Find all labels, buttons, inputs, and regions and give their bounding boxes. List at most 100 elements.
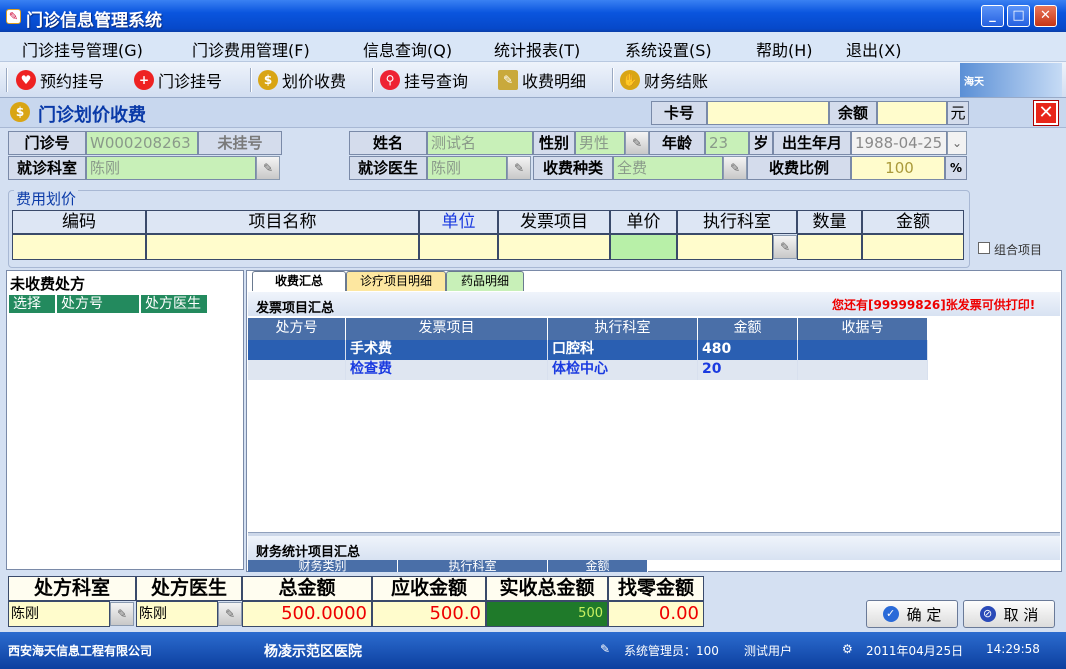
pricing-button[interactable]: $ 划价收费 (258, 68, 346, 92)
current-user: 测试用户 (744, 644, 793, 658)
menu-settings[interactable]: 系统设置(S) (625, 37, 712, 61)
card-input[interactable] (707, 101, 829, 125)
birth-date-field[interactable]: 1988-04-25 (851, 131, 947, 155)
appointment-button[interactable]: ♥ 预约挂号 (16, 68, 104, 92)
maximize-button[interactable]: □ (1007, 5, 1030, 27)
code-input[interactable] (12, 234, 146, 260)
heart-icon: ♥ (16, 70, 36, 90)
fee-type-field[interactable]: 全费 (613, 156, 723, 180)
rx-dept-label: 处方科室 (8, 576, 136, 601)
rx-doctor-field[interactable]: 陈刚 (136, 601, 218, 627)
table-cell[interactable]: 检查费 (346, 360, 548, 380)
table-row[interactable] (248, 360, 346, 380)
admin-info: 系统管理员：100 (624, 644, 719, 658)
toolbar-separator (612, 68, 614, 92)
chevron-down-icon[interactable]: ⌄ (947, 131, 967, 155)
check-icon: ✓ (882, 606, 899, 622)
card-label: 卡号 (651, 101, 707, 125)
dept-field[interactable]: 陈刚 (86, 156, 256, 180)
col-rx-no: 处方号 (56, 294, 140, 314)
table-row[interactable] (248, 340, 346, 360)
table-cell[interactable]: 体检中心 (548, 360, 698, 380)
menu-fees[interactable]: 门诊费用管理(F) (192, 37, 310, 61)
item-name-input[interactable] (146, 234, 419, 260)
age-label: 年龄 (649, 131, 705, 155)
quantity-input[interactable] (797, 234, 862, 260)
table-cell[interactable]: 口腔科 (548, 340, 698, 360)
magnifier-icon: ⚲ (380, 70, 400, 90)
rx-dept-field[interactable]: 陈刚 (8, 601, 110, 627)
menu-reports[interactable]: 统计报表(T) (494, 37, 580, 61)
amount-input[interactable] (862, 234, 964, 260)
table-cell[interactable]: 20 (698, 360, 798, 380)
rx-doctor-picker-icon[interactable]: ✎ (218, 602, 242, 626)
ratio-label: 收费比例 (747, 156, 851, 180)
title-bar: ✎ 门诊信息管理系统 _ □ ✕ (0, 0, 1066, 32)
gender-picker-icon[interactable]: ✎ (625, 131, 649, 155)
exec-dept-picker-icon[interactable]: ✎ (773, 235, 797, 259)
col-exec-dept: 执行科室 (398, 560, 548, 572)
minimize-button[interactable]: _ (981, 5, 1004, 27)
name-field[interactable]: 测试名 (427, 131, 533, 155)
hospital-name: 杨凌示范区医院 (264, 644, 362, 660)
close-form-icon[interactable]: ✕ (1033, 100, 1059, 126)
fee-type-picker-icon[interactable]: ✎ (723, 156, 747, 180)
tab-drug-details[interactable]: 药品明细 (446, 271, 524, 291)
change-amount: 0.00 (608, 601, 704, 627)
col-finance-category: 财务类别 (248, 560, 398, 572)
combo-checkbox[interactable] (978, 242, 990, 254)
ratio-field[interactable]: 100 (851, 156, 945, 180)
register-button[interactable]: + 门诊挂号 (134, 68, 222, 92)
doctor-picker-icon[interactable]: ✎ (507, 156, 531, 180)
menu-help[interactable]: 帮助(H) (756, 37, 813, 61)
fee-details-button[interactable]: ✎ 收费明细 (498, 68, 586, 92)
fee-type-label: 收费种类 (533, 156, 613, 180)
received-input[interactable]: 500 (486, 601, 608, 627)
rx-dept-picker-icon[interactable]: ✎ (110, 602, 134, 626)
invoice-item-input[interactable] (498, 234, 610, 260)
money-bag-icon: $ (10, 102, 30, 122)
table-cell[interactable] (798, 360, 928, 380)
toolbar: ♥ 预约挂号 + 门诊挂号 $ 划价收费 ⚲ 挂号查询 ✎ 收费明细 ✋ 财务结… (0, 62, 1066, 98)
close-button[interactable]: ✕ (1034, 5, 1057, 27)
settlement-button[interactable]: ✋ 财务结账 (620, 68, 708, 92)
age-field[interactable]: 23 (705, 131, 749, 155)
registration-query-button[interactable]: ⚲ 挂号查询 (380, 68, 468, 92)
clinic-no-label: 门诊号 (8, 131, 86, 155)
receivable-amount: 500.0 (372, 601, 486, 627)
col-invoice-item: 发票项目 (498, 210, 610, 234)
doctor-field[interactable]: 陈刚 (427, 156, 507, 180)
table-cell[interactable]: 手术费 (346, 340, 548, 360)
unit-input[interactable] (419, 234, 498, 260)
gender-label: 性别 (533, 131, 575, 155)
menu-registration[interactable]: 门诊挂号管理(G) (22, 37, 143, 61)
change-label: 找零金额 (608, 576, 704, 601)
balance-value (877, 101, 947, 125)
unit-price-input[interactable] (610, 234, 677, 260)
confirm-button[interactable]: ✓ 确 定 (866, 600, 958, 628)
col-amount: 金额 (862, 210, 964, 234)
col-item-name: 项目名称 (146, 210, 419, 234)
table-cell[interactable]: 480 (698, 340, 798, 360)
col-invoice-item: 发票项目 (346, 318, 548, 340)
cancel-button[interactable]: ⊘ 取 消 (963, 600, 1055, 628)
combo-label: 组合项目 (994, 243, 1043, 257)
tab-treatment-details[interactable]: 诊疗项目明细 (346, 271, 446, 291)
exec-dept-input[interactable] (677, 234, 773, 260)
table-cell[interactable] (798, 340, 928, 360)
clinic-no-field[interactable]: W000208263 (86, 131, 198, 155)
balance-unit: 元 (947, 101, 969, 125)
menu-query[interactable]: 信息查询(Q) (363, 37, 452, 61)
gender-field[interactable]: 男性 (575, 131, 625, 155)
fee-pricing-title: 费用划价 (14, 188, 79, 209)
status-bar: 西安海天信息工程有限公司 杨凌示范区医院 ✎ 系统管理员：100 测试用户 ⚙ … (0, 632, 1066, 669)
col-exec-dept: 执行科室 (677, 210, 797, 234)
col-code: 编码 (12, 210, 146, 234)
invoice-warning: 您还有[99999826]张发票可供打印! (832, 298, 1036, 312)
dept-picker-icon[interactable]: ✎ (256, 156, 280, 180)
col-select: 选择 (8, 294, 56, 314)
menu-exit[interactable]: 退出(X) (846, 37, 901, 61)
tab-fee-summary[interactable]: 收费汇总 (252, 271, 346, 291)
col-rx-no: 处方号 (248, 318, 346, 340)
page-title: 门诊划价收费 (38, 105, 146, 126)
